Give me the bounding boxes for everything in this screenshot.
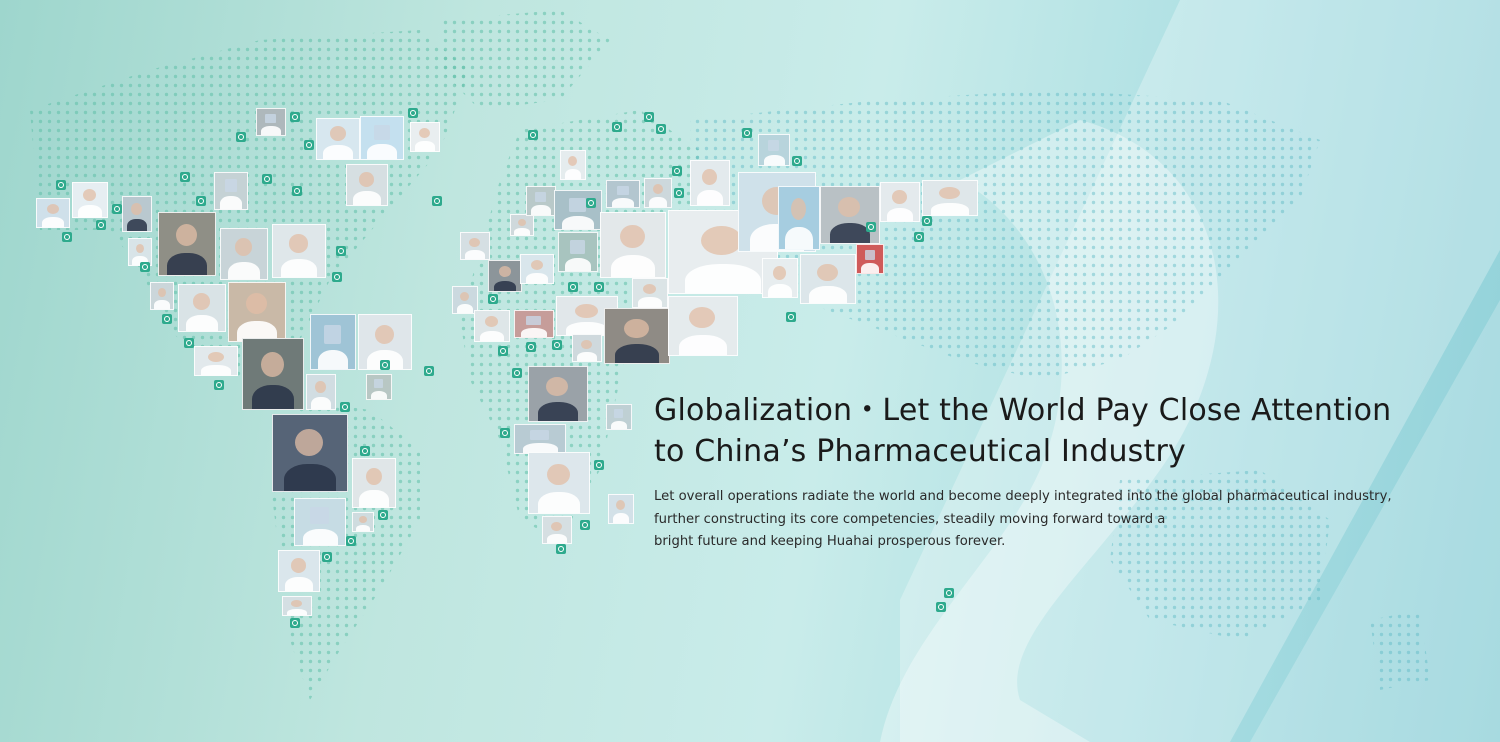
- brand-logo-icon: [742, 128, 752, 138]
- brand-logo-icon: [594, 460, 604, 470]
- brand-logo-icon: [644, 112, 654, 122]
- hero-description: Let overall operations radiate the world…: [654, 486, 1474, 554]
- brand-logo-icon: [922, 216, 932, 226]
- brand-logo-icon: [944, 588, 954, 598]
- brand-logo-icon: [586, 198, 596, 208]
- brand-logo-icon: [380, 360, 390, 370]
- brand-logo-icon: [290, 618, 300, 628]
- brand-logo-icon: [62, 232, 72, 242]
- brand-logo-icon: [512, 368, 522, 378]
- hero-headline: Globalization・Let the World Pay Close At…: [654, 390, 1474, 472]
- brand-logo-icon: [332, 272, 342, 282]
- brand-logo-icon: [568, 282, 578, 292]
- brand-logo-icon: [292, 186, 302, 196]
- brand-logo-icon: [336, 246, 346, 256]
- brand-logo-icon: [112, 204, 122, 214]
- brand-logo-icon: [612, 122, 622, 132]
- brand-logo-icon: [214, 380, 224, 390]
- brand-logo-icon: [340, 402, 350, 412]
- brand-logo-icon: [162, 314, 172, 324]
- hero-banner: Globalization・Let the World Pay Close At…: [0, 0, 1500, 742]
- hero-headline-line-1: Globalization・Let the World Pay Close At…: [654, 393, 1392, 428]
- brand-logo-icon: [196, 196, 206, 206]
- brand-logo-icon: [792, 156, 802, 166]
- brand-logo-icon: [378, 510, 388, 520]
- brand-logo-icon: [914, 232, 924, 242]
- brand-logo-icon: [432, 196, 442, 206]
- brand-logo-icon: [56, 180, 66, 190]
- brand-logo-icon: [262, 174, 272, 184]
- brand-logo-icon: [304, 140, 314, 150]
- brand-logo-icon: [672, 166, 682, 176]
- brand-logo-icon: [786, 312, 796, 322]
- hero-description-line-2: further constructing its core competenci…: [654, 511, 1166, 527]
- hero-description-line-1: Let overall operations radiate the world…: [654, 489, 1392, 504]
- hero-text: Globalization・Let the World Pay Close At…: [654, 390, 1474, 554]
- brand-logo-icon: [424, 366, 434, 376]
- brand-logo-icon: [180, 172, 190, 182]
- brand-logo-icon: [674, 188, 684, 198]
- brand-logo-icon: [528, 130, 538, 140]
- brand-logo-icon: [656, 124, 666, 134]
- brand-logo-icon: [322, 552, 332, 562]
- brand-logo-icon: [96, 220, 106, 230]
- brand-logo-icon: [552, 340, 562, 350]
- hero-description-line-3: bright future and keeping Huahai prosper…: [654, 534, 1006, 549]
- brand-logo-icon: [140, 262, 150, 272]
- brand-logo-icon: [500, 428, 510, 438]
- brand-logo-icon: [556, 544, 566, 554]
- brand-logo-icon: [498, 346, 508, 356]
- brand-logo-icon: [866, 222, 876, 232]
- brand-logo-icon: [360, 446, 370, 456]
- brand-logo-icon: [580, 520, 590, 530]
- brand-logo-icon: [290, 112, 300, 122]
- brand-logo-icon: [236, 132, 246, 142]
- brand-logo-icon: [526, 342, 536, 352]
- brand-logo-icon: [936, 602, 946, 612]
- hero-headline-line-2: to China’s Pharmaceutical Industry: [654, 434, 1186, 469]
- brand-logo-icon: [488, 294, 498, 304]
- brand-logo-icon: [408, 108, 418, 118]
- brand-logo-icon: [594, 282, 604, 292]
- brand-logo-icon: [184, 338, 194, 348]
- logo-marks: [0, 0, 1500, 742]
- brand-logo-icon: [346, 536, 356, 546]
